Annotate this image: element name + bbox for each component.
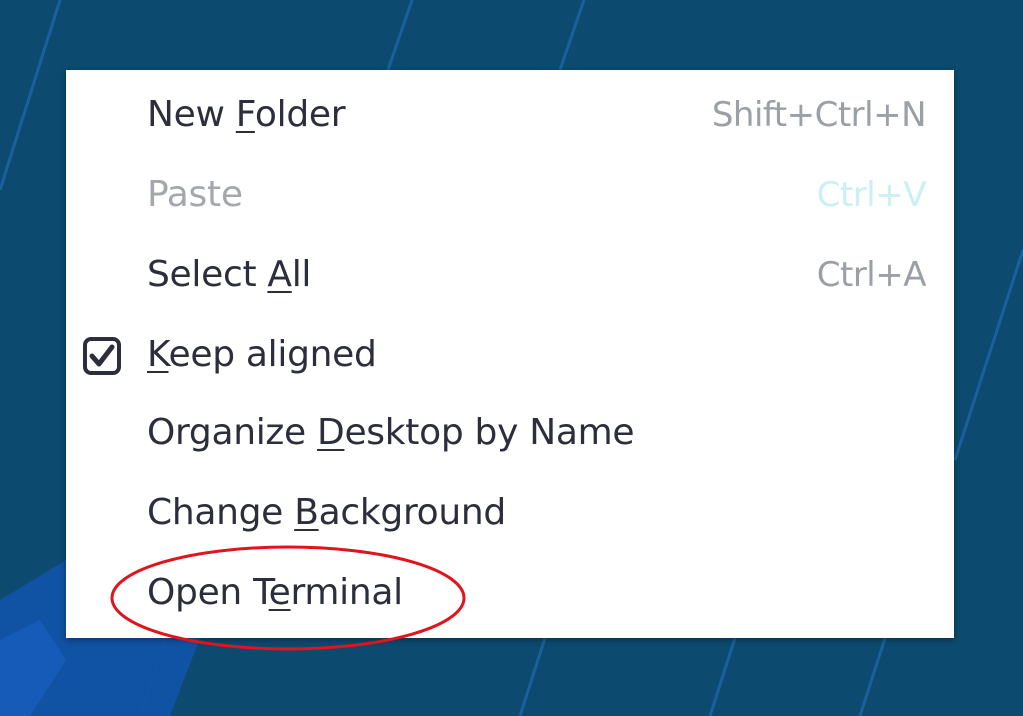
menu-item-label: Keep aligned (147, 334, 377, 375)
checkbox-checked-icon[interactable] (83, 337, 121, 375)
menu-item-change-background[interactable]: Change Background (66, 473, 954, 553)
menu-item-new-folder[interactable]: New Folder Shift+Ctrl+N (66, 75, 954, 155)
menu-item-label: Open Terminal (147, 572, 403, 613)
menu-item-keep-aligned[interactable]: Keep aligned (66, 315, 954, 395)
menu-item-label: Change Background (147, 492, 506, 533)
menu-item-open-terminal[interactable]: Open Terminal (66, 553, 954, 633)
menu-item-organize-desktop-by-name[interactable]: Organize Desktop by Name (66, 393, 954, 473)
menu-item-label: New Folder (147, 94, 346, 135)
menu-item-shortcut: Ctrl+V (816, 175, 927, 215)
menu-item-shortcut: Shift+Ctrl+N (711, 95, 927, 135)
desktop-context-menu: New Folder Shift+Ctrl+N Paste Ctrl+V Sel… (66, 70, 954, 638)
menu-item-shortcut: Ctrl+A (816, 255, 927, 295)
menu-item-label: Paste (147, 174, 243, 215)
menu-item-label: Select All (147, 254, 312, 295)
menu-item-paste: Paste Ctrl+V (66, 155, 954, 235)
menu-item-label: Organize Desktop by Name (147, 412, 635, 453)
menu-item-select-all[interactable]: Select All Ctrl+A (66, 235, 954, 315)
